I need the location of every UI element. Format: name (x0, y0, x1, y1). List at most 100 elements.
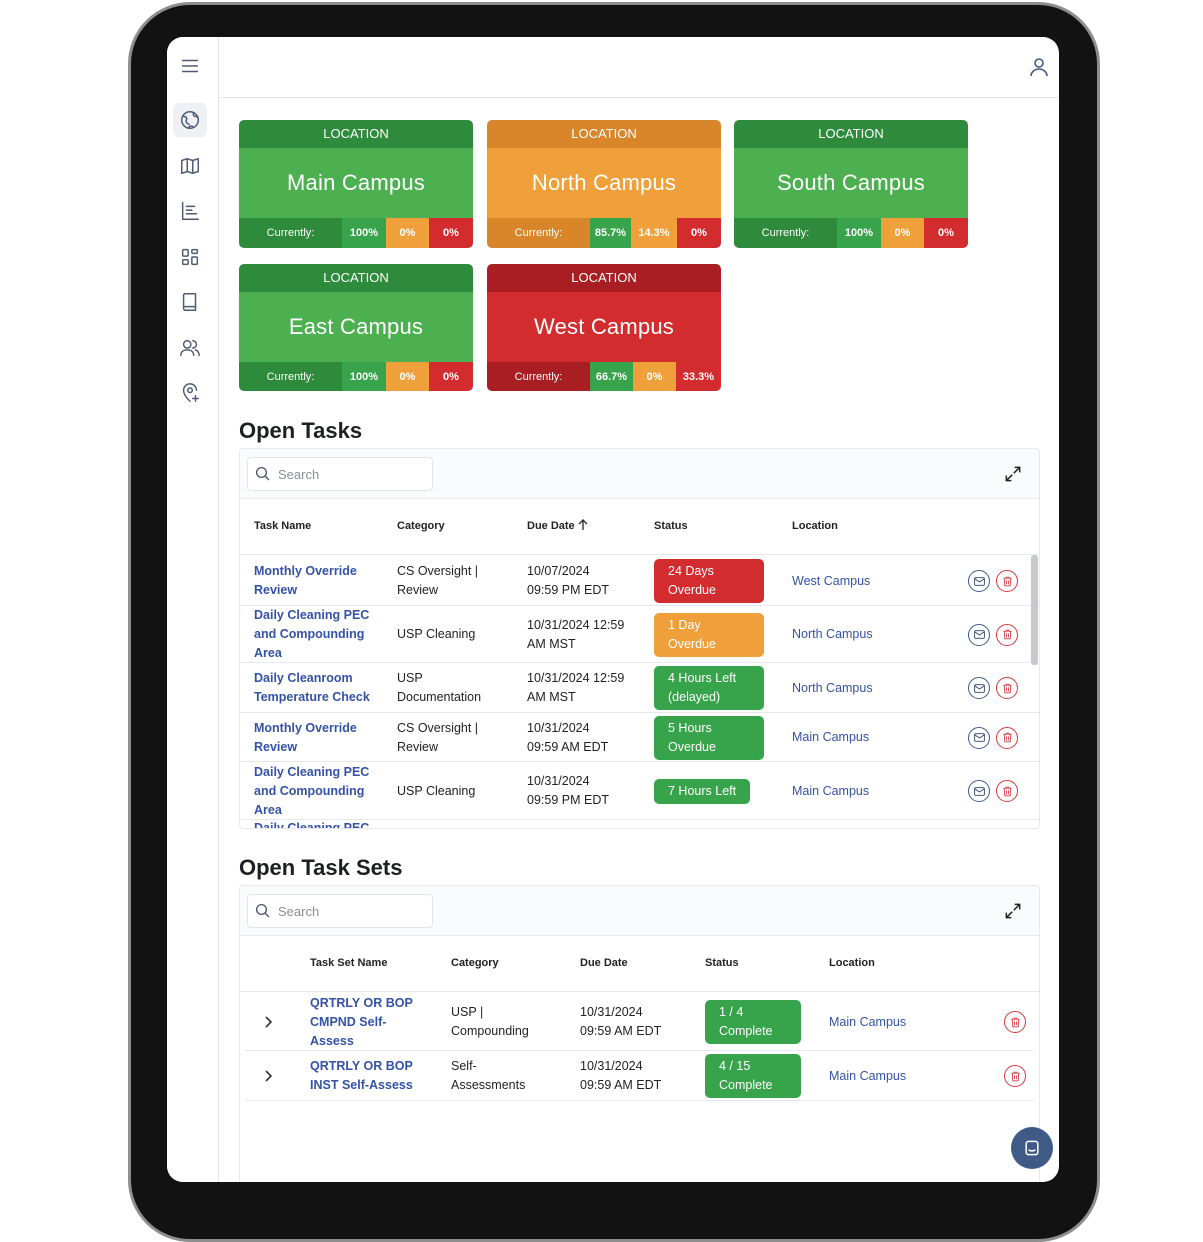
search-input[interactable] (278, 466, 428, 482)
text-line: 09:59 AM EDT (527, 739, 609, 754)
task-set-location-link[interactable]: Main Campus (829, 1067, 906, 1086)
task-location-link[interactable]: North Campus (792, 679, 873, 698)
book-icon[interactable] (173, 285, 207, 319)
email-icon[interactable] (968, 780, 990, 802)
dashboard-globe-icon[interactable] (173, 103, 207, 137)
app-screen: LOCATION Main Campus Currently: 100% 0% … (167, 37, 1059, 1182)
main-content: LOCATION Main Campus Currently: 100% 0% … (219, 98, 1059, 1182)
location-card-west[interactable]: LOCATION West Campus Currently: 66.7% 0%… (487, 264, 721, 391)
text-line: QRTRLY OR BOP (310, 995, 413, 1010)
task-due-date: 10/31/2024 09:59 PM EDT (527, 772, 609, 810)
task-due-date: 10/31/2024 12:59 AM MST (527, 669, 624, 707)
trash-icon[interactable] (996, 726, 1018, 749)
location-card-main[interactable]: LOCATION Main Campus Currently: 100% 0% … (239, 120, 473, 248)
task-name-link[interactable]: Daily Cleaning PEC (254, 819, 369, 828)
task-set-name-link[interactable]: QRTRLY OR BOP INST Self-Assess (310, 1057, 413, 1095)
col-status[interactable]: Status (705, 957, 739, 969)
widgets-icon[interactable] (173, 240, 207, 274)
status-badge: 7 Hours Left (654, 778, 751, 804)
trash-icon[interactable] (996, 780, 1018, 802)
trash-icon[interactable] (996, 677, 1018, 699)
text-line: Daily Cleanroom (254, 671, 353, 685)
user-icon[interactable] (1027, 55, 1051, 79)
task-location-link[interactable]: West Campus (792, 572, 870, 591)
col-due-date[interactable]: Due Date (527, 519, 588, 532)
trash-icon[interactable] (996, 570, 1018, 592)
open-tasks-panel: Task Name Category Due Date Status Locat… (239, 448, 1040, 829)
col-location[interactable]: Location (829, 957, 875, 969)
table-header: Task Name Category Due Date Status Locat… (240, 499, 1039, 555)
task-name-link[interactable]: Daily Cleanroom Temperature Check (254, 669, 370, 707)
trash-icon[interactable] (1004, 1065, 1026, 1087)
table-row[interactable]: Daily Cleaning PEC and Compounding Area USP… (240, 606, 1039, 663)
scrollbar[interactable] (1031, 555, 1038, 665)
task-category: CS Oversight | Review (397, 719, 478, 757)
email-icon[interactable] (968, 726, 990, 749)
table-row[interactable]: QRTRLY OR BOP CMPND Self- Assess USP | Compo… (245, 993, 1034, 1051)
chart-icon[interactable] (173, 194, 207, 228)
task-location-link[interactable]: Main Campus (792, 728, 869, 747)
expand-icon[interactable] (1003, 464, 1023, 484)
add-location-icon[interactable] (173, 376, 207, 410)
toolbar (240, 886, 1039, 936)
task-location-link[interactable]: Main Campus (792, 782, 869, 801)
text-line: Overdue (668, 636, 716, 651)
card-status-bar: Currently: 100% 0% 0% (239, 362, 473, 391)
email-icon[interactable] (968, 623, 990, 646)
pct-orange: 14.3% (631, 218, 677, 248)
location-card-east[interactable]: LOCATION East Campus Currently: 100% 0% … (239, 264, 473, 391)
table-row[interactable]: Monthly Override Review CS Oversight | Revi… (240, 556, 1039, 606)
table-row[interactable]: Daily Cleaning PEC and Compounding Area USP… (240, 762, 1039, 820)
task-set-name-link[interactable]: QRTRLY OR BOP CMPND Self- Assess (310, 994, 413, 1051)
chat-launcher-button[interactable] (1011, 1127, 1053, 1169)
text-line: 10/07/2024 (527, 564, 590, 578)
trash-icon[interactable] (996, 623, 1018, 646)
table-row[interactable]: Monthly Override Review CS Oversight | Revi… (240, 713, 1039, 762)
email-icon[interactable] (968, 677, 990, 699)
text-line: 4 / 15 (719, 1059, 751, 1073)
status-badge: 24 Days Overdue (654, 559, 764, 603)
chevron-right-icon[interactable] (261, 1015, 275, 1029)
search-box[interactable] (247, 894, 433, 928)
status-badge: 1 Day Overdue (654, 612, 764, 657)
map-icon[interactable] (173, 149, 207, 183)
table-row[interactable]: QRTRLY OR BOP INST Self-Assess Self- Assess… (245, 1051, 1034, 1101)
text-line: 10/31/2024 (580, 1005, 643, 1019)
task-due-date: 10/31/2024 09:59 AM EDT (527, 719, 608, 757)
chevron-right-icon[interactable] (261, 1069, 275, 1083)
col-location[interactable]: Location (792, 520, 838, 532)
trash-icon[interactable] (1004, 1011, 1026, 1033)
table-row[interactable]: Daily Cleanroom Temperature Check USP Docum… (240, 663, 1039, 713)
open-tasks-title: Open Tasks (239, 418, 363, 443)
col-category[interactable]: Category (397, 520, 445, 532)
task-name-link[interactable]: Monthly Override Review (254, 719, 357, 757)
text-line: Temperature Check (254, 690, 370, 704)
search-box[interactable] (247, 457, 433, 491)
task-set-location-link[interactable]: Main Campus (829, 1013, 906, 1032)
task-name-link[interactable]: Daily Cleaning PEC and Compounding Area (254, 606, 369, 663)
text-line: (delayed) (668, 690, 721, 704)
col-category[interactable]: Category (451, 957, 499, 969)
task-name-link[interactable]: Daily Cleaning PEC and Compounding Area (254, 763, 369, 820)
email-icon[interactable] (968, 570, 990, 592)
users-icon[interactable] (173, 331, 207, 365)
table-header: Task Set Name Category Due Date Status L… (240, 936, 1039, 992)
location-card-south[interactable]: LOCATION South Campus Currently: 100% 0%… (734, 120, 968, 248)
col-task-set-name[interactable]: Task Set Name (310, 957, 387, 969)
text-line: Self- (451, 1059, 477, 1073)
search-input[interactable] (278, 903, 428, 919)
expand-icon[interactable] (1003, 901, 1023, 921)
col-due-date[interactable]: Due Date (580, 957, 628, 969)
card-status-bar: Currently: 100% 0% 0% (734, 218, 968, 248)
card-header: LOCATION (487, 264, 721, 292)
text-line: and Compounding (254, 627, 365, 641)
text-line: Documentation (397, 690, 482, 704)
task-name-link[interactable]: Monthly Override Review (254, 562, 357, 600)
task-location-link[interactable]: North Campus (792, 625, 873, 644)
col-status[interactable]: Status (654, 520, 688, 532)
location-card-north[interactable]: LOCATION North Campus Currently: 85.7% 1… (487, 120, 721, 248)
pct-green: 100% (342, 218, 386, 248)
menu-icon[interactable] (173, 49, 207, 83)
col-task-name[interactable]: Task Name (254, 520, 311, 532)
text-line: 24 Days (668, 564, 714, 578)
